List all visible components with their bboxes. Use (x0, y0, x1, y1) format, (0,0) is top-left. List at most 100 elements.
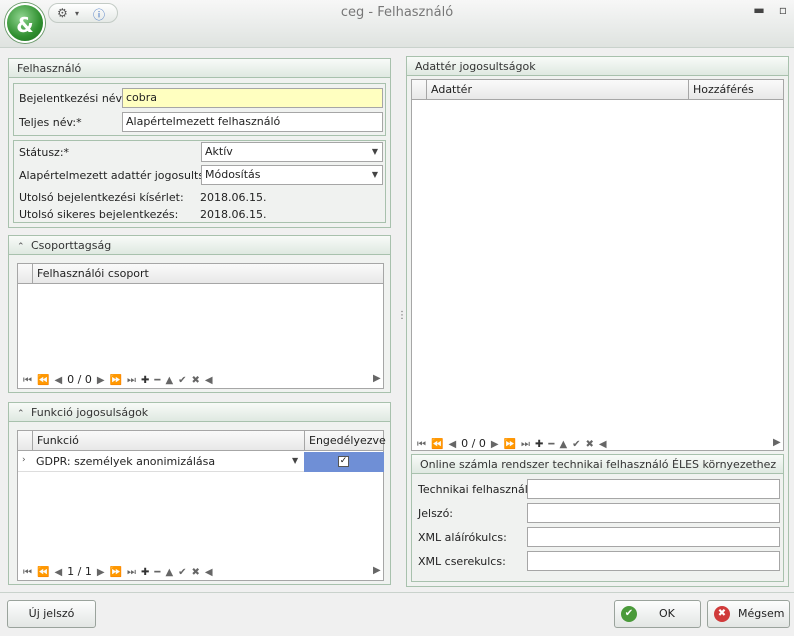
add-icon[interactable]: ✚ (535, 439, 543, 450)
ok-button[interactable]: ✔ OK (614, 600, 701, 628)
function-panel-header[interactable]: ⌃ Funkció jogosulságok (9, 403, 390, 422)
scroll-left-icon[interactable]: ◀ (205, 567, 213, 578)
group-panel: ⌃ Csoporttagság Felhasználói csoport ⏮ ⏪ ◀ 0… (8, 235, 391, 393)
prev-page-icon[interactable]: ⏪ (37, 375, 49, 386)
allowed-checkbox[interactable]: ✓ (338, 456, 349, 467)
fullname-input[interactable]: Alapértelmezett felhasználó (122, 112, 383, 132)
check-icon[interactable]: ✔ (178, 567, 186, 578)
last-page-icon[interactable]: ⏭ (521, 439, 530, 450)
prev-icon[interactable]: ◀ (448, 439, 456, 450)
xml-exchange-key-label: XML cserekulcs: (418, 555, 506, 568)
next-page-icon[interactable]: ⏩ (110, 567, 122, 578)
allowed-column-header[interactable]: Engedélyezve (304, 431, 386, 451)
dataspace-grid-header: Adattér Hozzáférés (412, 80, 783, 100)
password-input[interactable] (527, 503, 780, 523)
dataspace-column-header[interactable]: Adattér (426, 80, 688, 100)
scroll-right-icon[interactable]: ▶ (373, 565, 381, 576)
chevron-down-icon[interactable]: ▼ (292, 456, 298, 465)
collapse-icon[interactable]: ⌃ (17, 405, 31, 424)
status-value: Aktív (205, 145, 233, 158)
tech-user-input[interactable] (527, 479, 780, 499)
dataspace-grid-navigator: ⏮ ⏪ ◀ 0 / 0 ▶ ⏩ ⏭ ✚ ━ ▲ ✔ ✖ ◀ ▶ (417, 437, 781, 453)
online-invoice-header: Online számla rendszer technikai felhasz… (412, 455, 783, 474)
group-grid: Felhasználói csoport ⏮ ⏪ ◀ 0 / 0 ▶ ⏩ ⏭ ✚ ━ ▲ ✔ ✖ ◀ ▶ (17, 263, 384, 389)
check-icon: ✔ (621, 606, 637, 622)
last-success-label: Utolsó sikeres bejelentkezés: (19, 208, 179, 221)
function-panel: ⌃ Funkció jogosulságok Funkció Engedélyez… (8, 402, 391, 585)
maximize-button[interactable]: ▫ (774, 3, 792, 17)
dataspace-panel-header: Adattér jogosultságok (407, 57, 788, 76)
collapse-icon[interactable]: ⌃ (17, 238, 31, 257)
function-cell[interactable]: GDPR: személyek anonimizálása (36, 455, 215, 468)
up-icon[interactable]: ▲ (165, 375, 173, 386)
page-counter: 0 / 0 (461, 437, 486, 450)
access-column-header[interactable]: Hozzáférés (688, 80, 785, 100)
ok-label: OK (659, 607, 675, 620)
scroll-left-icon[interactable]: ◀ (599, 439, 607, 450)
function-grid-navigator: ⏮ ⏪ ◀ 1 / 1 ▶ ⏩ ⏭ ✚ ━ ▲ ✔ ✖ ◀ ▶ (23, 565, 381, 581)
next-page-icon[interactable]: ⏩ (504, 439, 516, 450)
password-label: Jelszó: (418, 507, 454, 520)
function-column-header[interactable]: Funkció (32, 431, 304, 451)
login-label: Bejelentkezési név:* (19, 92, 131, 105)
remove-icon[interactable]: ━ (548, 439, 554, 450)
user-panel-header: Felhasználó (9, 59, 390, 78)
first-page-icon[interactable]: ⏮ (23, 567, 32, 578)
cancel-label: Mégsem (738, 607, 785, 620)
next-icon[interactable]: ▶ (97, 567, 105, 578)
title-bar: & ⚙ ▾ ⓘ ceg - Felhasználó ▬ ▫ (0, 0, 794, 48)
user-panel: Felhasználó Bejelentkezési név:* cobra T… (8, 58, 391, 228)
first-page-icon[interactable]: ⏮ (417, 439, 426, 450)
table-row[interactable]: › GDPR: személyek anonimizálása ▼ ✓ (18, 452, 384, 472)
group-panel-header[interactable]: ⌃ Csoporttagság (9, 236, 390, 255)
xml-exchange-key-input[interactable] (527, 551, 780, 571)
scroll-right-icon[interactable]: ▶ (773, 437, 781, 448)
cancel-icon[interactable]: ✖ (192, 567, 200, 578)
login-name-input[interactable]: cobra (122, 88, 383, 108)
minimize-button[interactable]: ▬ (750, 3, 768, 17)
new-password-button[interactable]: Új jelszó (7, 600, 96, 628)
last-attempt-label: Utolsó bejelentkezési kísérlet: (19, 191, 184, 204)
prev-icon[interactable]: ◀ (54, 567, 62, 578)
group-column-header[interactable]: Felhasználói csoport (32, 264, 385, 284)
allowed-cell[interactable]: ✓ (304, 452, 384, 472)
chevron-down-icon[interactable]: ▼ (372, 166, 378, 184)
first-page-icon[interactable]: ⏮ (23, 375, 32, 386)
remove-icon[interactable]: ━ (154, 375, 160, 386)
next-icon[interactable]: ▶ (491, 439, 499, 450)
fullname-label: Teljes név:* (19, 116, 82, 129)
check-icon[interactable]: ✔ (572, 439, 580, 450)
last-page-icon[interactable]: ⏭ (127, 567, 136, 578)
last-page-icon[interactable]: ⏭ (127, 375, 136, 386)
default-rights-select[interactable]: Módosítás ▼ (201, 165, 383, 185)
prev-icon[interactable]: ◀ (54, 375, 62, 386)
tech-user-label: Technikai felhasználó: (418, 483, 539, 496)
page-counter: 1 / 1 (67, 565, 92, 578)
group-panel-title: Csoporttagság (31, 239, 112, 252)
add-icon[interactable]: ✚ (141, 375, 149, 386)
up-icon[interactable]: ▲ (559, 439, 567, 450)
remove-icon[interactable]: ━ (154, 567, 160, 578)
up-icon[interactable]: ▲ (165, 567, 173, 578)
page-counter: 0 / 0 (67, 373, 92, 386)
status-select[interactable]: Aktív ▼ (201, 142, 383, 162)
prev-page-icon[interactable]: ⏪ (37, 567, 49, 578)
row-indicator-icon: › (22, 455, 26, 465)
scroll-left-icon[interactable]: ◀ (205, 375, 213, 386)
cancel-button[interactable]: ✖ Mégsem (707, 600, 790, 628)
dataspace-grid: Adattér Hozzáférés ⏮ ⏪ ◀ 0 / 0 ▶ ⏩ ⏭ ✚ ━ ▲ ✔ ✖ ◀ ▶ (411, 79, 784, 451)
check-icon[interactable]: ✔ (178, 375, 186, 386)
window-title: ceg - Felhasználó (340, 5, 454, 20)
dataspace-panel: Adattér jogosultságok Adattér Hozzáférés… (406, 56, 789, 587)
add-icon[interactable]: ✚ (141, 567, 149, 578)
next-icon[interactable]: ▶ (97, 375, 105, 386)
default-rights-label: Alapértelmezett adattér jogosultság: (19, 169, 222, 182)
prev-page-icon[interactable]: ⏪ (431, 439, 443, 450)
cancel-icon[interactable]: ✖ (192, 375, 200, 386)
function-grid: Funkció Engedélyezve › GDPR: személyek a… (17, 430, 386, 581)
scroll-right-icon[interactable]: ▶ (373, 373, 381, 384)
chevron-down-icon[interactable]: ▼ (372, 143, 378, 161)
xml-sign-key-input[interactable] (527, 527, 780, 547)
cancel-icon[interactable]: ✖ (586, 439, 594, 450)
next-page-icon[interactable]: ⏩ (110, 375, 122, 386)
